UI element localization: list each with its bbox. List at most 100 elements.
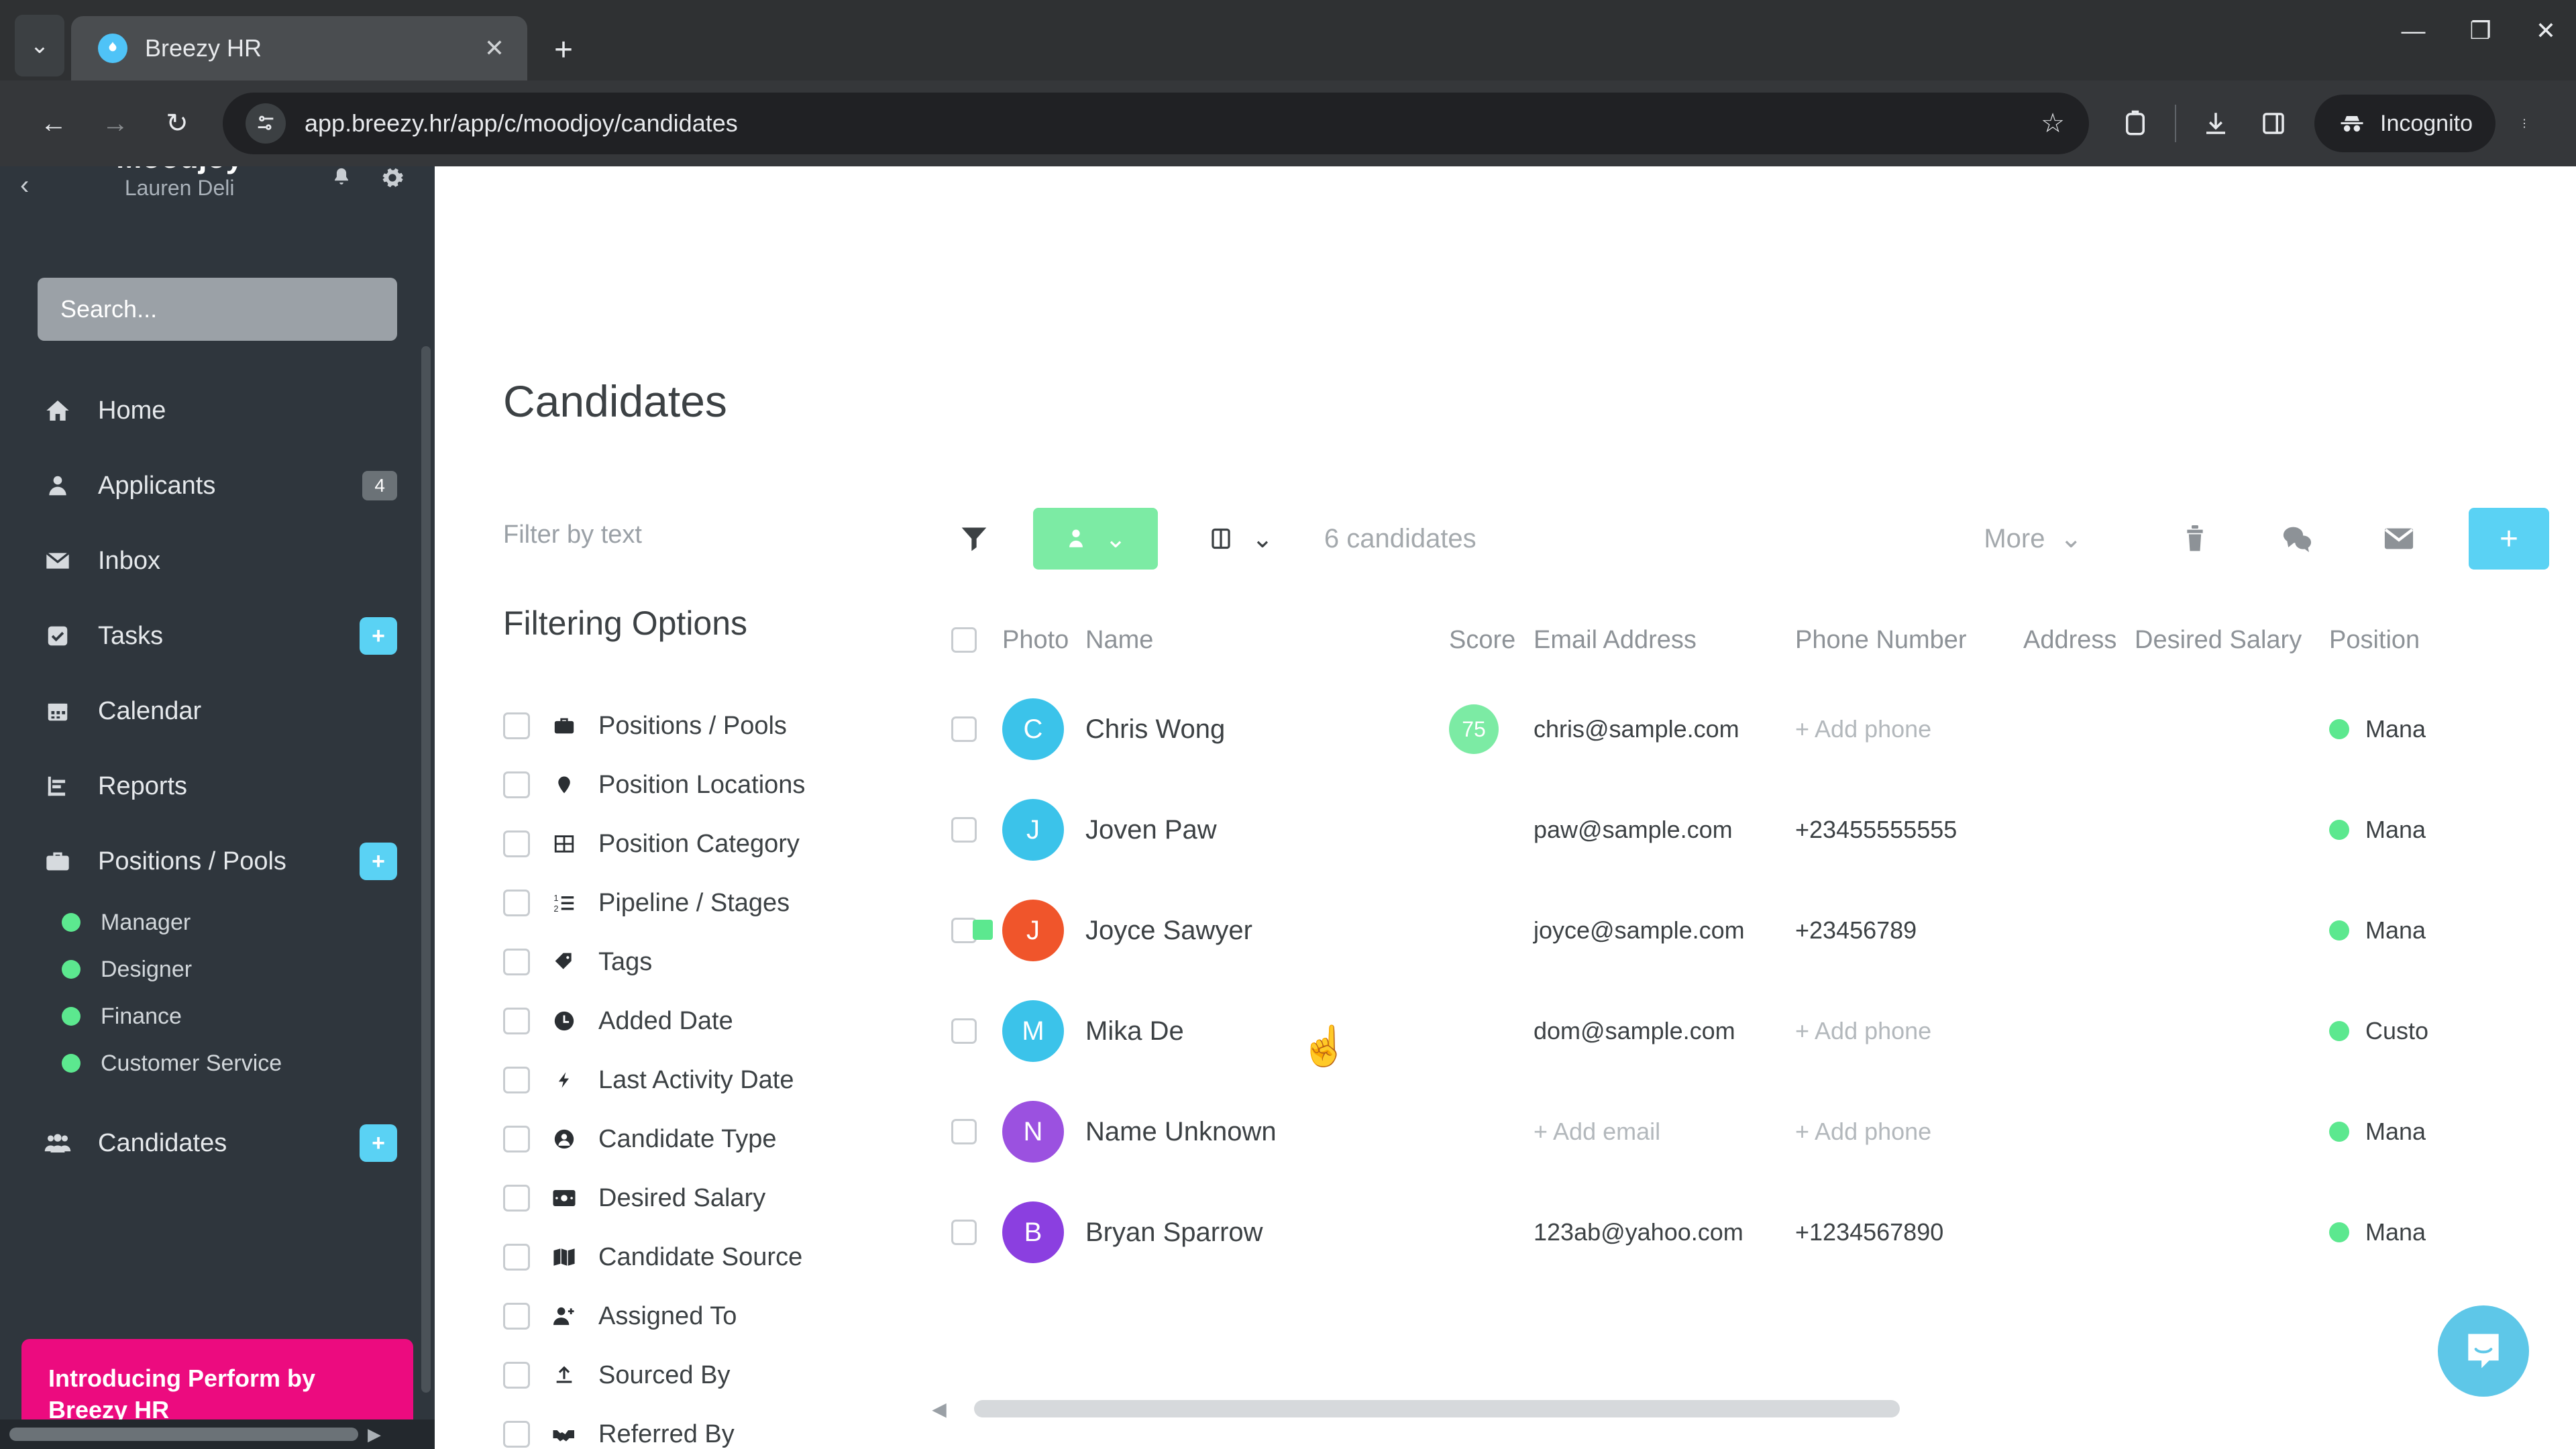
address-bar[interactable]: app.breezy.hr/app/c/moodjoy/candidates ☆ [223,93,2089,154]
trash-icon[interactable] [2163,523,2227,554]
minimize-icon[interactable]: — [2402,19,2426,43]
maximize-icon[interactable]: ❐ [2470,19,2491,43]
checkbox[interactable] [503,1362,530,1389]
sidebar-item-calendar[interactable]: Calendar [0,674,435,749]
add-task-button[interactable]: + [360,617,397,655]
sidebar-item-tasks[interactable]: Tasks + [0,598,435,674]
table-row[interactable]: B Bryan Sparrow 123ab@yahoo.com +1234567… [924,1182,2576,1283]
sidebar-item-applicants[interactable]: Applicants 4 [0,448,435,523]
more-dropdown[interactable]: More ⌄ [1984,523,2082,554]
bookmark-star-icon[interactable]: ☆ [2041,108,2069,139]
candidate-name[interactable]: Chris Wong [1085,714,1225,745]
sidebar-pool-designer[interactable]: Designer [0,946,435,993]
close-icon[interactable]: ✕ [479,34,510,62]
candidate-email[interactable]: 123ab@yahoo.com [1534,1218,1743,1246]
checkbox[interactable] [503,1126,530,1152]
filter-option-last-activity-date[interactable]: Last Activity Date [503,1051,906,1110]
avatar[interactable]: J [1002,799,1064,861]
row-checkbox[interactable] [951,1018,977,1044]
candidate-email[interactable]: dom@sample.com [1534,1017,1735,1045]
add-candidate-button[interactable]: + [360,1124,397,1162]
filter-option-desired-salary[interactable]: Desired Salary [503,1169,906,1228]
select-all-checkbox[interactable] [951,627,977,653]
candidate-phone[interactable]: +1234567890 [1795,1218,1943,1246]
filter-option-position-category[interactable]: Position Category [503,814,906,873]
filter-option-added-date[interactable]: Added Date [503,991,906,1051]
scrollbar-track[interactable] [954,1400,2576,1417]
candidate-name[interactable]: Bryan Sparrow [1085,1218,1263,1248]
reload-icon[interactable]: ↻ [146,93,208,154]
sidebar-item-candidates[interactable]: Candidates + [0,1106,435,1181]
sidebar-item-inbox[interactable]: Inbox [0,523,435,598]
envelope-icon[interactable] [2367,525,2431,552]
browser-tab[interactable]: Breezy HR ✕ [71,16,527,80]
bell-icon[interactable] [330,166,353,189]
filter-option-candidate-source[interactable]: Candidate Source [503,1228,906,1287]
add-candidate-button[interactable]: + [2469,508,2549,570]
row-checkbox[interactable] [951,817,977,843]
downloads-icon[interactable] [2187,95,2245,152]
table-row[interactable]: J Joyce Sawyer joyce@sample.com +2345678… [924,880,2576,981]
checkbox[interactable] [503,1008,530,1034]
extensions-icon[interactable] [2106,95,2164,152]
browser-menu-icon[interactable]: ⋮ [2496,95,2553,152]
avatar[interactable]: J [973,900,1064,961]
scroll-right-icon[interactable]: ▶ [368,1424,381,1445]
candidate-email[interactable]: joyce@sample.com [1534,916,1745,945]
table-horizontal-scrollbar[interactable]: ◀ [924,1395,2576,1422]
sidebar-item-home[interactable]: Home [0,373,435,448]
checkbox[interactable] [503,949,530,975]
filter-option-tags[interactable]: Tags [503,932,906,991]
scrollbar-thumb[interactable] [9,1428,358,1441]
comments-icon[interactable] [2265,524,2329,553]
sidebar-horizontal-scrollbar[interactable]: ▶ [0,1419,435,1449]
sidebar-search-input[interactable]: Search... [38,278,397,341]
row-checkbox[interactable] [951,716,977,742]
filter-option-referred-by[interactable]: Referred By [503,1405,906,1449]
checkbox[interactable] [503,1185,530,1212]
table-row[interactable]: J Joven Paw paw@sample.com +23455555555 … [924,780,2576,880]
checkbox[interactable] [503,1421,530,1448]
candidate-name[interactable]: Mika De [1085,1016,1184,1046]
checkbox[interactable] [503,771,530,798]
candidate-email[interactable]: + Add email [1534,1118,1660,1146]
candidate-phone[interactable]: + Add phone [1795,1017,1931,1045]
filter-option-position-locations[interactable]: Position Locations [503,755,906,814]
candidate-phone[interactable]: +23456789 [1795,916,1917,945]
scrollbar-thumb[interactable] [974,1400,1900,1417]
site-settings-icon[interactable] [246,103,286,144]
forward-icon[interactable]: → [85,93,146,154]
checkbox[interactable] [503,1303,530,1330]
filter-option-pipeline-stages[interactable]: 12 Pipeline / Stages [503,873,906,932]
add-position-button[interactable]: + [360,843,397,880]
checkbox[interactable] [503,1067,530,1093]
collapse-sidebar-icon[interactable]: ‹ [20,170,29,201]
candidate-phone[interactable]: +23455555555 [1795,816,1957,844]
sidebar-pool-finance[interactable]: Finance [0,993,435,1040]
sidebar-scrollbar[interactable] [421,346,431,1393]
candidate-name[interactable]: Name Unknown [1085,1117,1277,1147]
filter-option-sourced-by[interactable]: Sourced By [503,1346,906,1405]
scroll-left-icon[interactable]: ◀ [924,1398,954,1420]
avatar[interactable]: M [1002,1000,1064,1062]
avatar[interactable]: B [1002,1201,1064,1263]
row-checkbox[interactable] [951,1220,977,1245]
gear-icon[interactable] [381,166,404,189]
columns-selector[interactable]: ⌄ [1209,524,1273,554]
row-checkbox[interactable] [951,1119,977,1144]
candidate-phone[interactable]: + Add phone [1795,715,1931,743]
new-tab-button[interactable]: + [554,32,573,68]
checkbox[interactable] [503,1244,530,1271]
filter-option-positions-pools[interactable]: Positions / Pools [503,696,906,755]
sidebar-item-positions-pools[interactable]: Positions / Pools + [0,824,435,899]
sidebar-pool-manager[interactable]: Manager [0,899,435,946]
view-mode-person-button[interactable]: ⌄ [1033,508,1158,570]
incognito-profile-button[interactable]: Incognito [2314,95,2496,152]
table-row[interactable]: C Chris Wong 75 chris@sample.com + Add p… [924,679,2576,780]
side-panel-icon[interactable] [2245,95,2302,152]
candidate-name[interactable]: Joyce Sawyer [1085,916,1252,946]
filter-by-text-input[interactable]: Filter by text [503,521,642,549]
sidebar-pool-customer-service[interactable]: Customer Service [0,1040,435,1087]
chat-widget-button[interactable] [2438,1305,2529,1397]
funnel-filter-icon[interactable] [959,524,989,553]
